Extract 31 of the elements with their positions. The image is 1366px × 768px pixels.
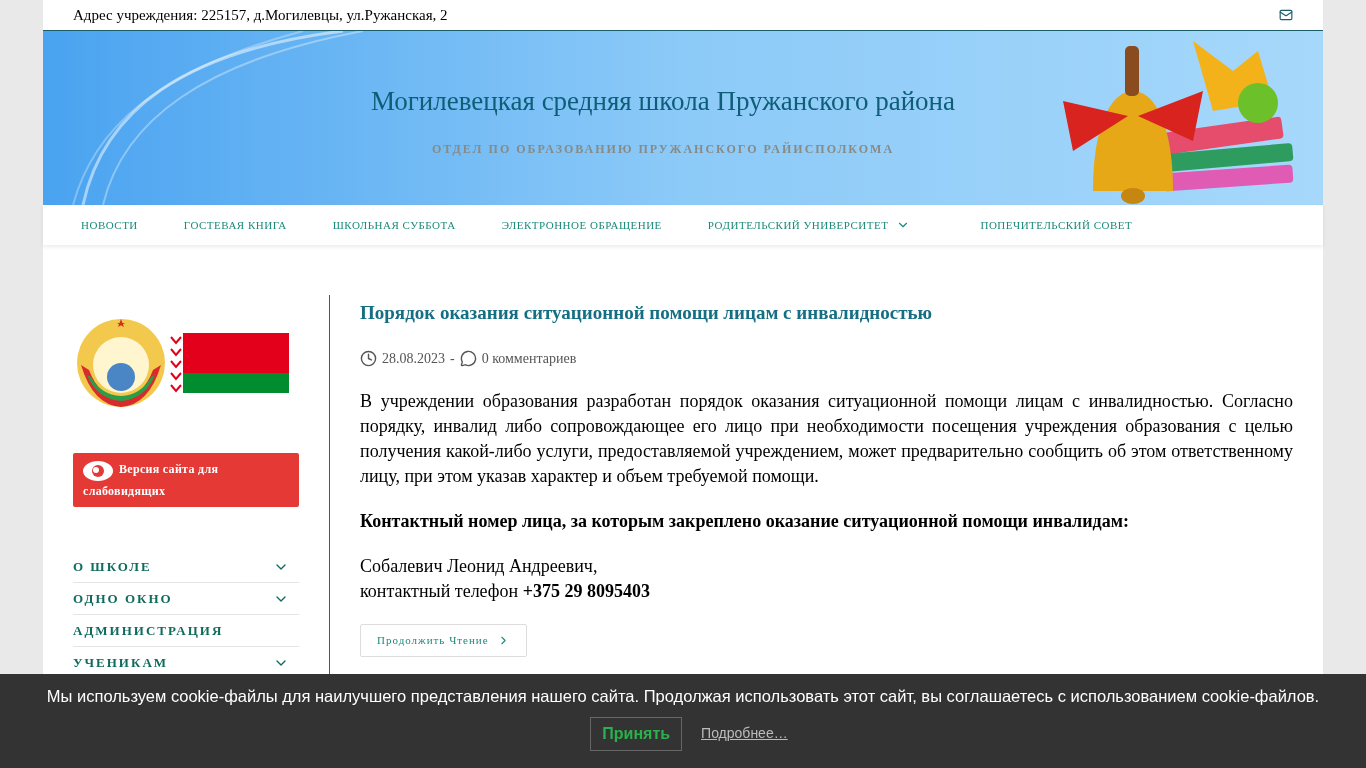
post-date: 28.08.2023: [382, 349, 445, 368]
sidebar-menu-item[interactable]: ОДНО ОКНО: [73, 583, 299, 615]
sidebar-menu-item[interactable]: АДМИНИСТРАЦИЯ: [73, 615, 299, 647]
eye-icon: [83, 460, 113, 481]
nav-link[interactable]: ЭЛЕКТРОННОЕ ОБРАЩЕНИЕ: [478, 216, 685, 234]
sidebar-menu-item[interactable]: О ШКОЛЕ: [73, 551, 299, 583]
accessibility-button[interactable]: Версия сайта для слабовидящих: [73, 453, 299, 507]
site-subtitle: ОТДЕЛ ПО ОБРАЗОВАНИЮ ПРУЖАНСКОГО РАЙИСПОЛКОМА: [431, 140, 895, 158]
post-subheading: Контактный номер лица, за которым закреплено оказание ситуационной помощи инвалидам:: [360, 509, 1130, 533]
site-title[interactable]: Могилевецкая средняя школа Пружанского района: [370, 81, 956, 122]
address-text: Адрес учреждения: 225157, д.Могилевцы, ул.Ружанская, 2: [73, 5, 448, 25]
meta-separator: -: [450, 349, 455, 368]
cookie-message: Мы используем cookie-файлы для наилучшего представления нашего сайта. Продолжая использовать этот сайт, вы соглашаетесь с использованием cookie-файлов.: [46, 686, 1320, 707]
flag-icon: [169, 333, 289, 393]
nav-link[interactable]: ПОПЕЧИТЕЛЬСКИЙ СОВЕТ: [957, 216, 1156, 234]
post-paragraph: В учреждении образования разработан порядок оказания ситуационной помощи лицам с инвалидностью. Согласно порядку, инвалид либо сопровождающее его лицо при необходимости посещения учреждения образования с целью получения какой-либо услуги, предоставляемой учреждением, может предварительно сообщить об этом ответственному лицу, при этом указав характер и объем требуемой помощи.: [360, 389, 1293, 488]
read-more-button[interactable]: Продолжить Чтение: [360, 623, 527, 657]
nav-link[interactable]: НОВОСТИ: [58, 216, 161, 234]
mail-icon[interactable]: [1279, 8, 1293, 22]
more-link[interactable]: Подробнее…: [701, 723, 788, 745]
contact-line: контактный телефон +375 29 8095403: [360, 579, 651, 603]
comment-icon: [459, 349, 477, 367]
post-title[interactable]: Порядок оказания ситуационной помощи лицам с инвалидностью: [360, 299, 1293, 328]
nav-link[interactable]: РОДИТЕЛЬСКИЙ УНИВЕРСИТЕТ: [684, 216, 958, 234]
clock-icon: [360, 349, 377, 367]
nav-link[interactable]: ШКОЛЬНАЯ СУББОТА: [309, 216, 479, 234]
contact-line: Собалевич Леонид Андреевич,: [360, 554, 599, 578]
accept-button[interactable]: Принять: [590, 716, 683, 751]
sidebar-menu-item[interactable]: УЧЕНИКАМ: [73, 647, 299, 679]
nav-link[interactable]: ГОСТЕВАЯ КНИГА: [160, 216, 310, 234]
comment-count[interactable]: 0 комментариев: [481, 347, 577, 369]
